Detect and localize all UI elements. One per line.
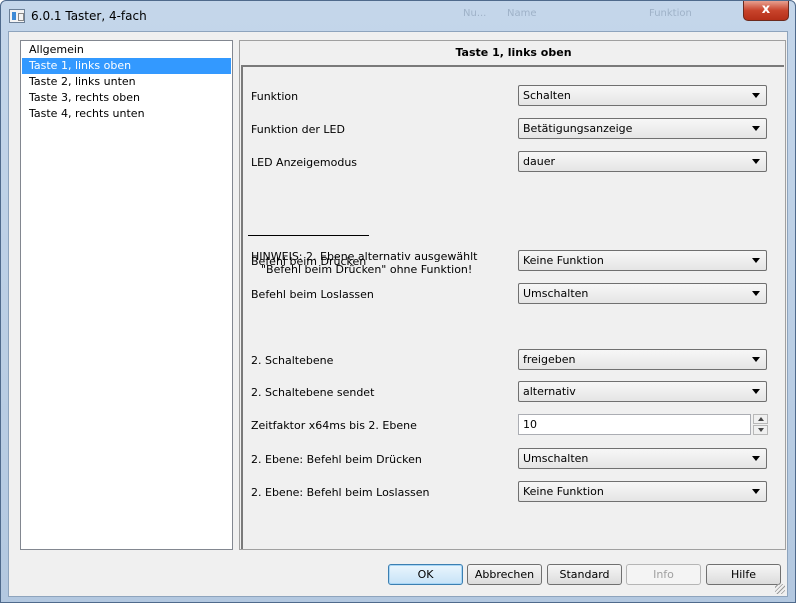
label-schaltebene: 2. Schaltebene — [251, 354, 334, 367]
background-column-text: Name — [507, 8, 537, 19]
select-ebene-loslassen[interactable]: Keine Funktion — [518, 481, 767, 502]
close-button[interactable]: x — [743, 1, 789, 21]
label-led-modus: LED Anzeigemodus — [251, 156, 358, 169]
chevron-down-icon — [752, 93, 760, 98]
ok-button[interactable]: OK — [388, 564, 463, 585]
chevron-down-icon — [752, 456, 760, 461]
zeitfaktor-input[interactable]: 10 — [518, 414, 751, 435]
cancel-button[interactable]: Abbrechen — [467, 564, 542, 585]
separator-line — [248, 235, 369, 236]
label-funktion-led: Funktion der LED — [251, 123, 345, 136]
chevron-down-icon — [752, 258, 760, 263]
tree-item-taste-3[interactable]: Taste 3, rechts oben — [22, 90, 231, 106]
select-value: Keine Funktion — [523, 485, 604, 498]
label-ebene-loslassen: 2. Ebene: Befehl beim Loslassen — [251, 486, 430, 499]
select-value: Schalten — [523, 89, 571, 102]
select-led-modus[interactable]: dauer — [518, 151, 767, 172]
spin-down-icon[interactable] — [753, 425, 768, 435]
chevron-down-icon — [752, 159, 760, 164]
label-funktion: Funktion — [251, 90, 299, 103]
tree-item-taste-2[interactable]: Taste 2, links unten — [22, 74, 231, 90]
select-funktion-led[interactable]: Betätigungsanzeige — [518, 118, 767, 139]
select-value: freigeben — [523, 353, 576, 366]
app-icon — [9, 9, 25, 23]
select-value: Umschalten — [523, 452, 589, 465]
select-ebene-druecken[interactable]: Umschalten — [518, 448, 767, 469]
chevron-down-icon — [752, 489, 760, 494]
standard-button[interactable]: Standard — [547, 564, 622, 585]
dialog-window: 6.0.1 Taster, 4-fach Nu... Name Funktion… — [0, 0, 796, 603]
select-befehl-loslassen[interactable]: Umschalten — [518, 283, 767, 304]
label-befehl-druecken: Befehl beim Drücken — [251, 255, 367, 268]
label-zeitfaktor: Zeitfaktor x64ms bis 2. Ebene — [251, 419, 417, 432]
tree-item-taste-4[interactable]: Taste 4, rechts unten — [22, 106, 231, 122]
parameter-list: Funktion Schalten Funktion der LED Betät… — [241, 65, 784, 549]
chevron-down-icon — [752, 126, 760, 131]
label-ebene-druecken: 2. Ebene: Befehl beim Drücken — [251, 453, 422, 466]
tree-item-allgemein[interactable]: Allgemein — [22, 42, 231, 58]
help-button[interactable]: Hilfe — [706, 564, 781, 585]
background-column-text: Nu... — [463, 8, 487, 19]
select-funktion[interactable]: Schalten — [518, 85, 767, 106]
dialog-client-area: Allgemein Taste 1, links oben Taste 2, l… — [8, 31, 788, 597]
chevron-down-icon — [752, 357, 760, 362]
select-value: dauer — [523, 155, 555, 168]
window-title: 6.0.1 Taster, 4-fach — [31, 9, 147, 23]
select-value: alternativ — [523, 385, 576, 398]
label-schaltebene-sendet: 2. Schaltebene sendet — [251, 386, 375, 399]
title-bar[interactable]: 6.0.1 Taster, 4-fach Nu... Name Funktion… — [1, 1, 795, 31]
panel-title: Taste 1, links oben — [455, 46, 572, 59]
tree-item-taste-1[interactable]: Taste 1, links oben — [22, 58, 231, 74]
select-value: Betätigungsanzeige — [523, 122, 633, 135]
select-schaltebene[interactable]: freigeben — [518, 349, 767, 370]
info-button: Info — [626, 564, 701, 585]
resize-grip-icon[interactable] — [775, 584, 785, 594]
parameter-panel: Taste 1, links oben Funktion Schalten Fu… — [239, 40, 786, 550]
parameter-tree[interactable]: Allgemein Taste 1, links oben Taste 2, l… — [20, 40, 233, 550]
select-value: Umschalten — [523, 287, 589, 300]
select-befehl-druecken[interactable]: Keine Funktion — [518, 250, 767, 271]
chevron-down-icon — [752, 291, 760, 296]
spin-up-icon[interactable] — [753, 414, 768, 424]
select-value: Keine Funktion — [523, 254, 604, 267]
chevron-down-icon — [752, 389, 760, 394]
background-column-text: Funktion — [649, 8, 692, 19]
select-schaltebene-sendet[interactable]: alternativ — [518, 381, 767, 402]
label-befehl-loslassen: Befehl beim Loslassen — [251, 288, 374, 301]
